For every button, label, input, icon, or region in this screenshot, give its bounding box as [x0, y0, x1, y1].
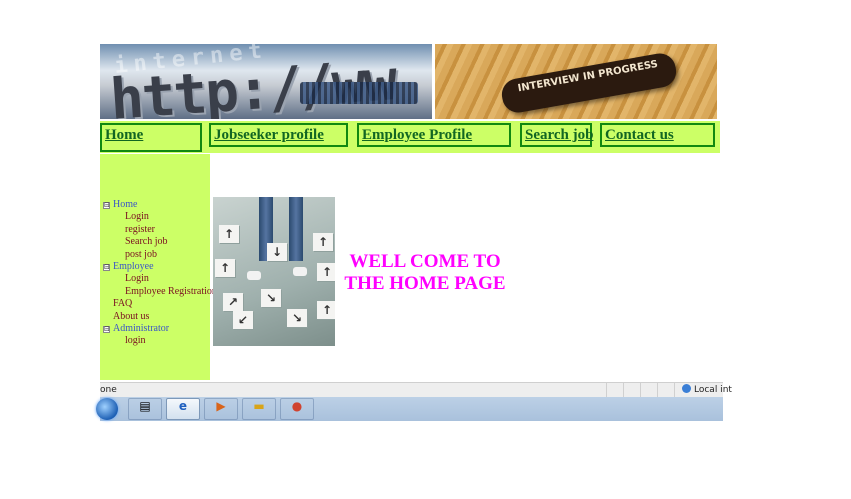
security-zone[interactable]: Local int	[682, 384, 732, 396]
arrow-tile-icon: ↑	[215, 259, 235, 277]
status-text: one	[100, 385, 117, 395]
arrow-tile-icon: ↓	[267, 243, 287, 261]
windows-taskbar: ▤ e ▶ ▬ ●	[96, 397, 723, 421]
nav-employee-profile-link[interactable]: Employee Profile	[357, 123, 511, 147]
tree-item-faq[interactable]: FAQ	[103, 298, 217, 310]
tree-item-about-us[interactable]: About us	[103, 311, 217, 323]
arrow-tile-icon: ↘	[287, 309, 307, 327]
nav-contact-us-link[interactable]: Contact us	[600, 123, 715, 147]
photo-shoe-left	[247, 271, 261, 280]
top-navigation: Home Jobseeker profile Employee Profile …	[100, 121, 720, 153]
collapse-toggle-icon[interactable]: ⊟	[103, 263, 110, 271]
tree-item-label[interactable]: Home	[113, 199, 137, 210]
tree-item-login[interactable]: Login	[103, 211, 217, 223]
tree-item-employee[interactable]: ⊟ Employee	[103, 261, 217, 273]
arrow-tile-icon: ↑	[219, 225, 239, 243]
welcome-line-2: THE HOME PAGE	[344, 273, 506, 294]
arrows-floor-photo: ↑ ↑ ↓ ↑ ↑ ↘ ↗ ↙ ↘ ↑	[213, 197, 335, 346]
internet-url-image: internet http://ww	[100, 44, 432, 119]
welcome-line-1: WELL COME TO	[349, 251, 501, 272]
internet-explorer-icon[interactable]: e	[166, 398, 200, 420]
arrow-tile-icon: ↗	[223, 293, 243, 311]
media-player-icon[interactable]: ▶	[204, 398, 238, 420]
sidebar-tree: ⊟ Home Login register Search job post jo…	[103, 199, 217, 348]
status-separators	[590, 383, 680, 398]
folder-icon[interactable]: ▬	[242, 398, 276, 420]
photo-shoe-right	[293, 267, 307, 276]
hand-cursor-icon	[300, 82, 418, 104]
photo-leg-right	[289, 197, 303, 261]
sidebar-menu: ⊟ Home Login register Search job post jo…	[100, 154, 217, 380]
windows-start-icon[interactable]	[96, 398, 118, 420]
security-zone-label: Local int	[694, 385, 732, 395]
tree-item-register[interactable]: register	[103, 224, 217, 236]
arrow-tile-icon: ↘	[261, 289, 281, 307]
tree-item-admin-login[interactable]: login	[103, 335, 217, 347]
arrow-tile-icon: ↙	[233, 311, 253, 329]
globe-icon	[682, 384, 691, 393]
welcome-heading: WELL COME TO THE HOME PAGE	[336, 251, 514, 295]
arrow-tile-icon: ↑	[313, 233, 333, 251]
tree-item-label[interactable]: Administrator	[113, 323, 169, 334]
interview-sign-text: INTERVIEW IN PROGRESS	[499, 50, 679, 116]
tree-item-employee-login[interactable]: Login	[103, 273, 217, 285]
tree-item-search-job[interactable]: Search job	[103, 236, 217, 248]
tree-item-home[interactable]: ⊟ Home	[103, 199, 217, 211]
header-banner: internet http://ww INTERVIEW IN PROGRESS	[100, 44, 717, 119]
tree-item-administrator[interactable]: ⊟ Administrator	[103, 323, 217, 335]
arrow-tile-icon: ↑	[317, 301, 335, 319]
interview-sign-image: INTERVIEW IN PROGRESS	[435, 44, 717, 119]
collapse-toggle-icon[interactable]: ⊟	[103, 325, 110, 333]
browser-status-bar: one Local int	[100, 382, 732, 398]
tree-item-label[interactable]: Employee	[113, 261, 154, 272]
paint-icon[interactable]: ●	[280, 398, 314, 420]
tree-item-employee-registration[interactable]: Employee Registration	[103, 286, 217, 298]
tree-item-post-job[interactable]: post job	[103, 249, 217, 261]
arrow-tile-icon: ↑	[317, 263, 335, 281]
nav-jobseeker-profile-link[interactable]: Jobseeker profile	[209, 123, 348, 147]
nav-home-link[interactable]: Home	[100, 123, 202, 152]
nav-search-job-link[interactable]: Search job	[520, 123, 593, 147]
collapse-toggle-icon[interactable]: ⊟	[103, 202, 110, 209]
document-icon[interactable]: ▤	[128, 398, 162, 420]
